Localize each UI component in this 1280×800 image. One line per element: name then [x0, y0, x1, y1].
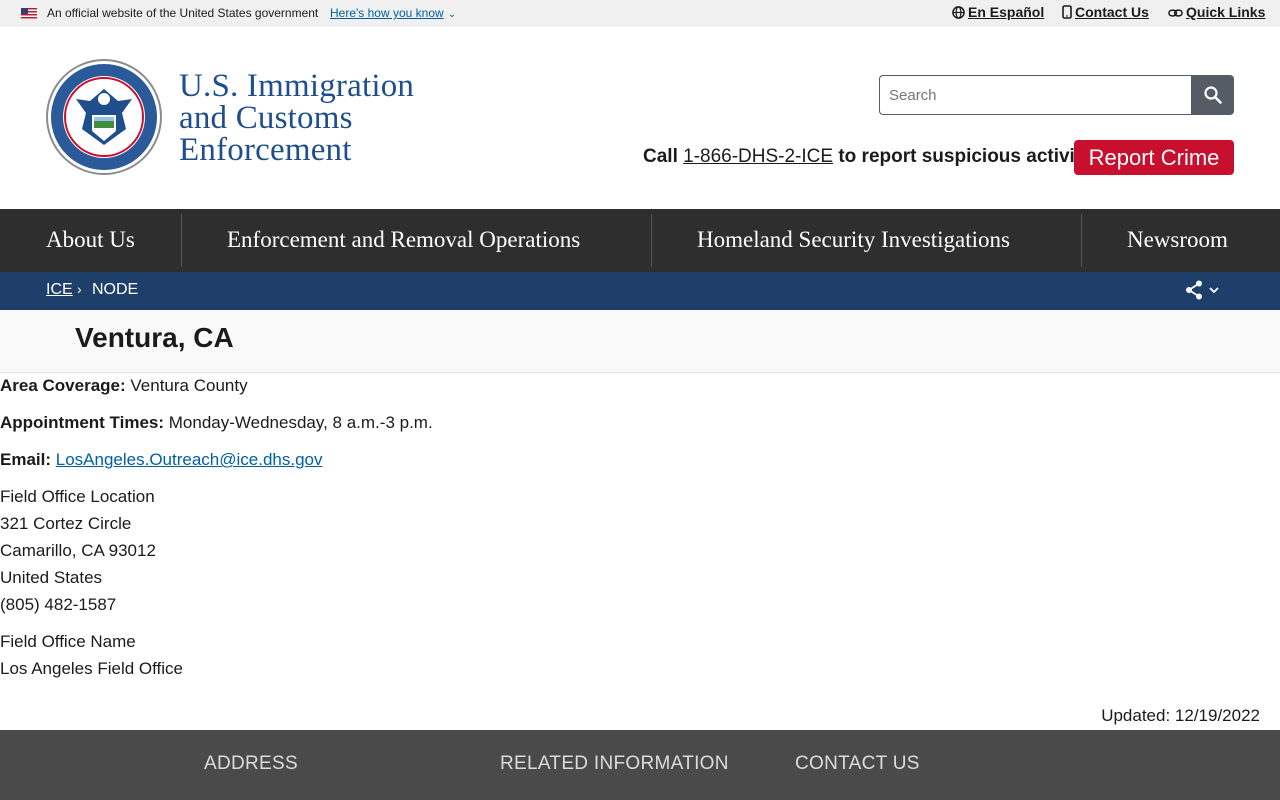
- gov-banner: An official website of the United States…: [0, 0, 1280, 27]
- search-icon: [1203, 86, 1222, 104]
- call-prefix: Call: [643, 146, 684, 167]
- breadcrumb-current: NODE: [92, 281, 139, 298]
- globe-icon: [952, 6, 965, 19]
- call-suffix: to report suspicious activity: [833, 146, 1092, 167]
- site-footer: ADDRESS RELATED INFORMATION CONTACT US: [0, 730, 1280, 800]
- tip-line-phone-link[interactable]: 1-866-DHS-2-ICE: [683, 146, 833, 167]
- agency-line-1: U.S. Immigration: [179, 68, 415, 104]
- nav-divider: [651, 214, 652, 267]
- nav-divider: [181, 214, 182, 267]
- share-icon: [1186, 280, 1202, 300]
- email-label: Email:: [0, 450, 52, 469]
- appointment-times-row: Appointment Times: Monday-Wednesday, 8 a…: [0, 413, 433, 433]
- gov-banner-text: An official website of the United States…: [47, 6, 319, 20]
- nav-about-us[interactable]: About Us: [46, 209, 135, 272]
- area-coverage-value: Ventura County: [125, 376, 248, 395]
- agency-line-3: Enforcement: [179, 132, 352, 168]
- breadcrumb: ICE › NODE: [0, 272, 1280, 310]
- footer-heading-contact-us: CONTACT US: [795, 753, 920, 774]
- footer-heading-address: ADDRESS: [204, 753, 298, 774]
- how-you-know-toggle[interactable]: Here's how you know ⌄: [330, 6, 456, 20]
- phone-number: (805) 482-1587: [0, 595, 117, 614]
- contact-us-label: Contact Us: [1075, 4, 1149, 20]
- quick-links-label: Quick Links: [1186, 4, 1266, 20]
- report-call-line: Call 1-866-DHS-2-ICE to report suspiciou…: [643, 146, 1092, 168]
- email-link[interactable]: LosAngeles.Outreach@ice.dhs.gov: [56, 450, 323, 469]
- main-navigation: About Us Enforcement and Removal Operati…: [0, 209, 1280, 272]
- nav-newsroom[interactable]: Newsroom: [1127, 209, 1228, 272]
- espanol-link[interactable]: En Español: [952, 4, 1044, 20]
- search-input[interactable]: [879, 75, 1191, 115]
- search-form: [879, 75, 1234, 115]
- agency-line-2: and Customs: [179, 100, 353, 136]
- phone-icon: [1062, 5, 1072, 19]
- page-title: Ventura, CA: [75, 322, 234, 353]
- address-line: Camarillo, CA 93012: [0, 541, 156, 560]
- location-heading: Field Office Location: [0, 487, 155, 506]
- appointment-times-value: Monday-Wednesday, 8 a.m.-3 p.m.: [164, 413, 433, 432]
- email-row: Email: LosAngeles.Outreach@ice.dhs.gov: [0, 450, 323, 470]
- office-name-heading: Field Office Name: [0, 632, 136, 651]
- nav-enforcement-removal[interactable]: Enforcement and Removal Operations: [227, 209, 580, 272]
- footer-heading-related-information: RELATED INFORMATION: [500, 753, 729, 774]
- link-icon: [1168, 9, 1183, 17]
- appointment-times-label: Appointment Times:: [0, 413, 165, 432]
- address-line: United States: [0, 568, 103, 587]
- dhs-seal-logo[interactable]: [46, 59, 162, 175]
- us-flag-icon: [21, 8, 37, 19]
- report-crime-button[interactable]: Report Crime: [1074, 140, 1234, 175]
- agency-wordmark[interactable]: U.S. Immigration and Customs Enforcement: [179, 68, 469, 168]
- chevron-down-icon: [1209, 287, 1219, 294]
- breadcrumb-separator-icon: ›: [77, 281, 82, 297]
- chevron-down-icon: ⌄: [447, 9, 457, 20]
- share-button[interactable]: [1185, 280, 1221, 300]
- updated-date: Updated: 12/19/2022: [1101, 706, 1260, 725]
- area-coverage-row: Area Coverage: Ventura County: [0, 376, 248, 396]
- how-you-know-label: Here's how you know: [330, 6, 444, 20]
- address-line: 321 Cortez Circle: [0, 514, 132, 533]
- area-coverage-label: Area Coverage:: [0, 376, 126, 395]
- nav-homeland-security-investigations[interactable]: Homeland Security Investigations: [697, 209, 1010, 272]
- contact-us-link[interactable]: Contact Us: [1062, 4, 1149, 20]
- espanol-label: En Español: [968, 4, 1045, 20]
- office-name: Los Angeles Field Office: [0, 659, 184, 678]
- nav-divider: [1081, 214, 1082, 267]
- search-button[interactable]: [1191, 75, 1234, 115]
- breadcrumb-home-link[interactable]: ICE: [46, 281, 73, 299]
- quick-links-link[interactable]: Quick Links: [1168, 4, 1265, 20]
